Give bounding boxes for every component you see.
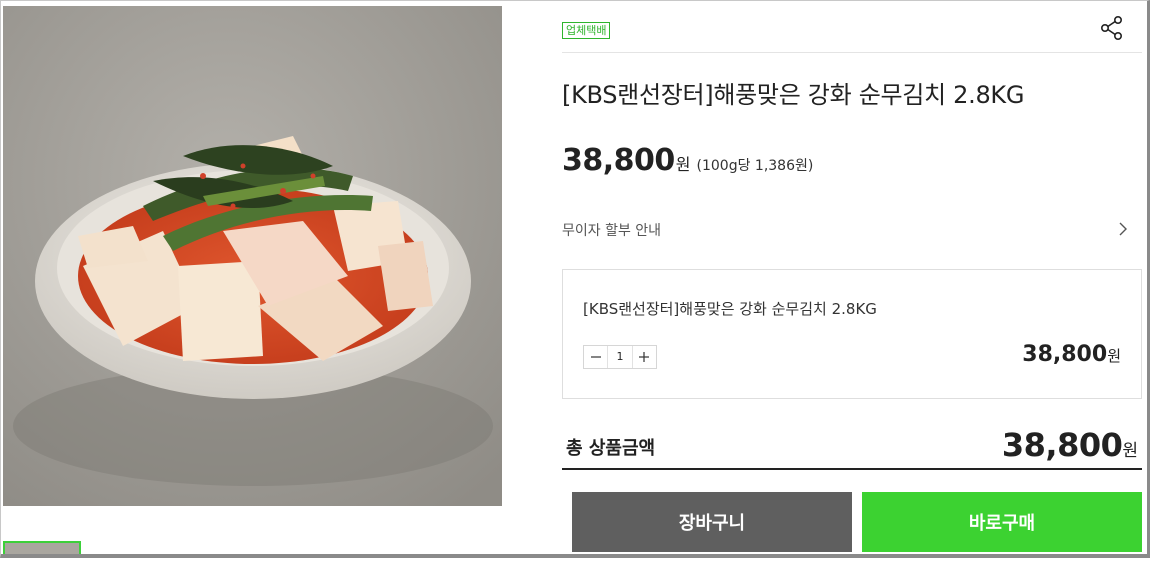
plus-icon xyxy=(639,352,650,362)
installment-label: 무이자 할부 안내 xyxy=(562,223,662,239)
increase-quantity-button[interactable] xyxy=(633,346,656,368)
total-label: 총 상품금액 xyxy=(566,438,656,459)
share-button[interactable] xyxy=(1100,15,1124,41)
product-info-panel: 업체택배 [KBS랜선장터]해풍맞은 강화 순무김치 2.8KG 38,800원… xyxy=(562,1,1142,554)
minus-icon xyxy=(590,356,601,358)
option-price-value: 38,800 xyxy=(1022,342,1108,367)
buy-now-button[interactable]: 바로구매 xyxy=(862,492,1142,552)
option-price: 38,800원 xyxy=(1022,342,1121,367)
total-amount-row: 총 상품금액 38,800원 xyxy=(562,424,1142,470)
option-name: [KBS랜선장터]해풍맞은 강화 순무김치 2.8KG xyxy=(583,300,877,318)
divider xyxy=(562,52,1142,53)
installment-info-link[interactable]: 무이자 할부 안내 xyxy=(562,220,1128,240)
price-currency: 원 xyxy=(675,155,691,174)
delivery-tag: 업체택배 xyxy=(562,22,611,39)
product-price: 38,800 xyxy=(562,143,675,178)
product-detail-frame: 업체택배 [KBS랜선장터]해풍맞은 강화 순무김치 2.8KG 38,800원… xyxy=(0,0,1150,558)
add-to-cart-button[interactable]: 장바구니 xyxy=(572,492,852,552)
unit-price: (100g당 1,386원) xyxy=(696,158,814,174)
product-image xyxy=(3,6,502,506)
selected-option-box: [KBS랜선장터]해풍맞은 강화 순무김치 2.8KG 1 38,800원 xyxy=(562,269,1142,399)
chevron-right-icon xyxy=(1119,222,1127,236)
total-price-currency: 원 xyxy=(1122,441,1138,461)
option-price-currency: 원 xyxy=(1107,347,1121,365)
total-price: 38,800원 xyxy=(1002,426,1138,464)
product-title: [KBS랜선장터]해풍맞은 강화 순무김치 2.8KG xyxy=(562,81,1025,109)
share-icon xyxy=(1100,15,1123,40)
kimchi-photo-icon xyxy=(3,6,502,506)
quantity-stepper: 1 xyxy=(583,345,657,369)
quantity-value[interactable]: 1 xyxy=(607,346,633,368)
price-row: 38,800원 (100g당 1,386원) xyxy=(562,143,813,178)
total-price-value: 38,800 xyxy=(1001,426,1123,464)
decrease-quantity-button[interactable] xyxy=(584,346,607,368)
product-thumbnail[interactable] xyxy=(3,541,81,554)
